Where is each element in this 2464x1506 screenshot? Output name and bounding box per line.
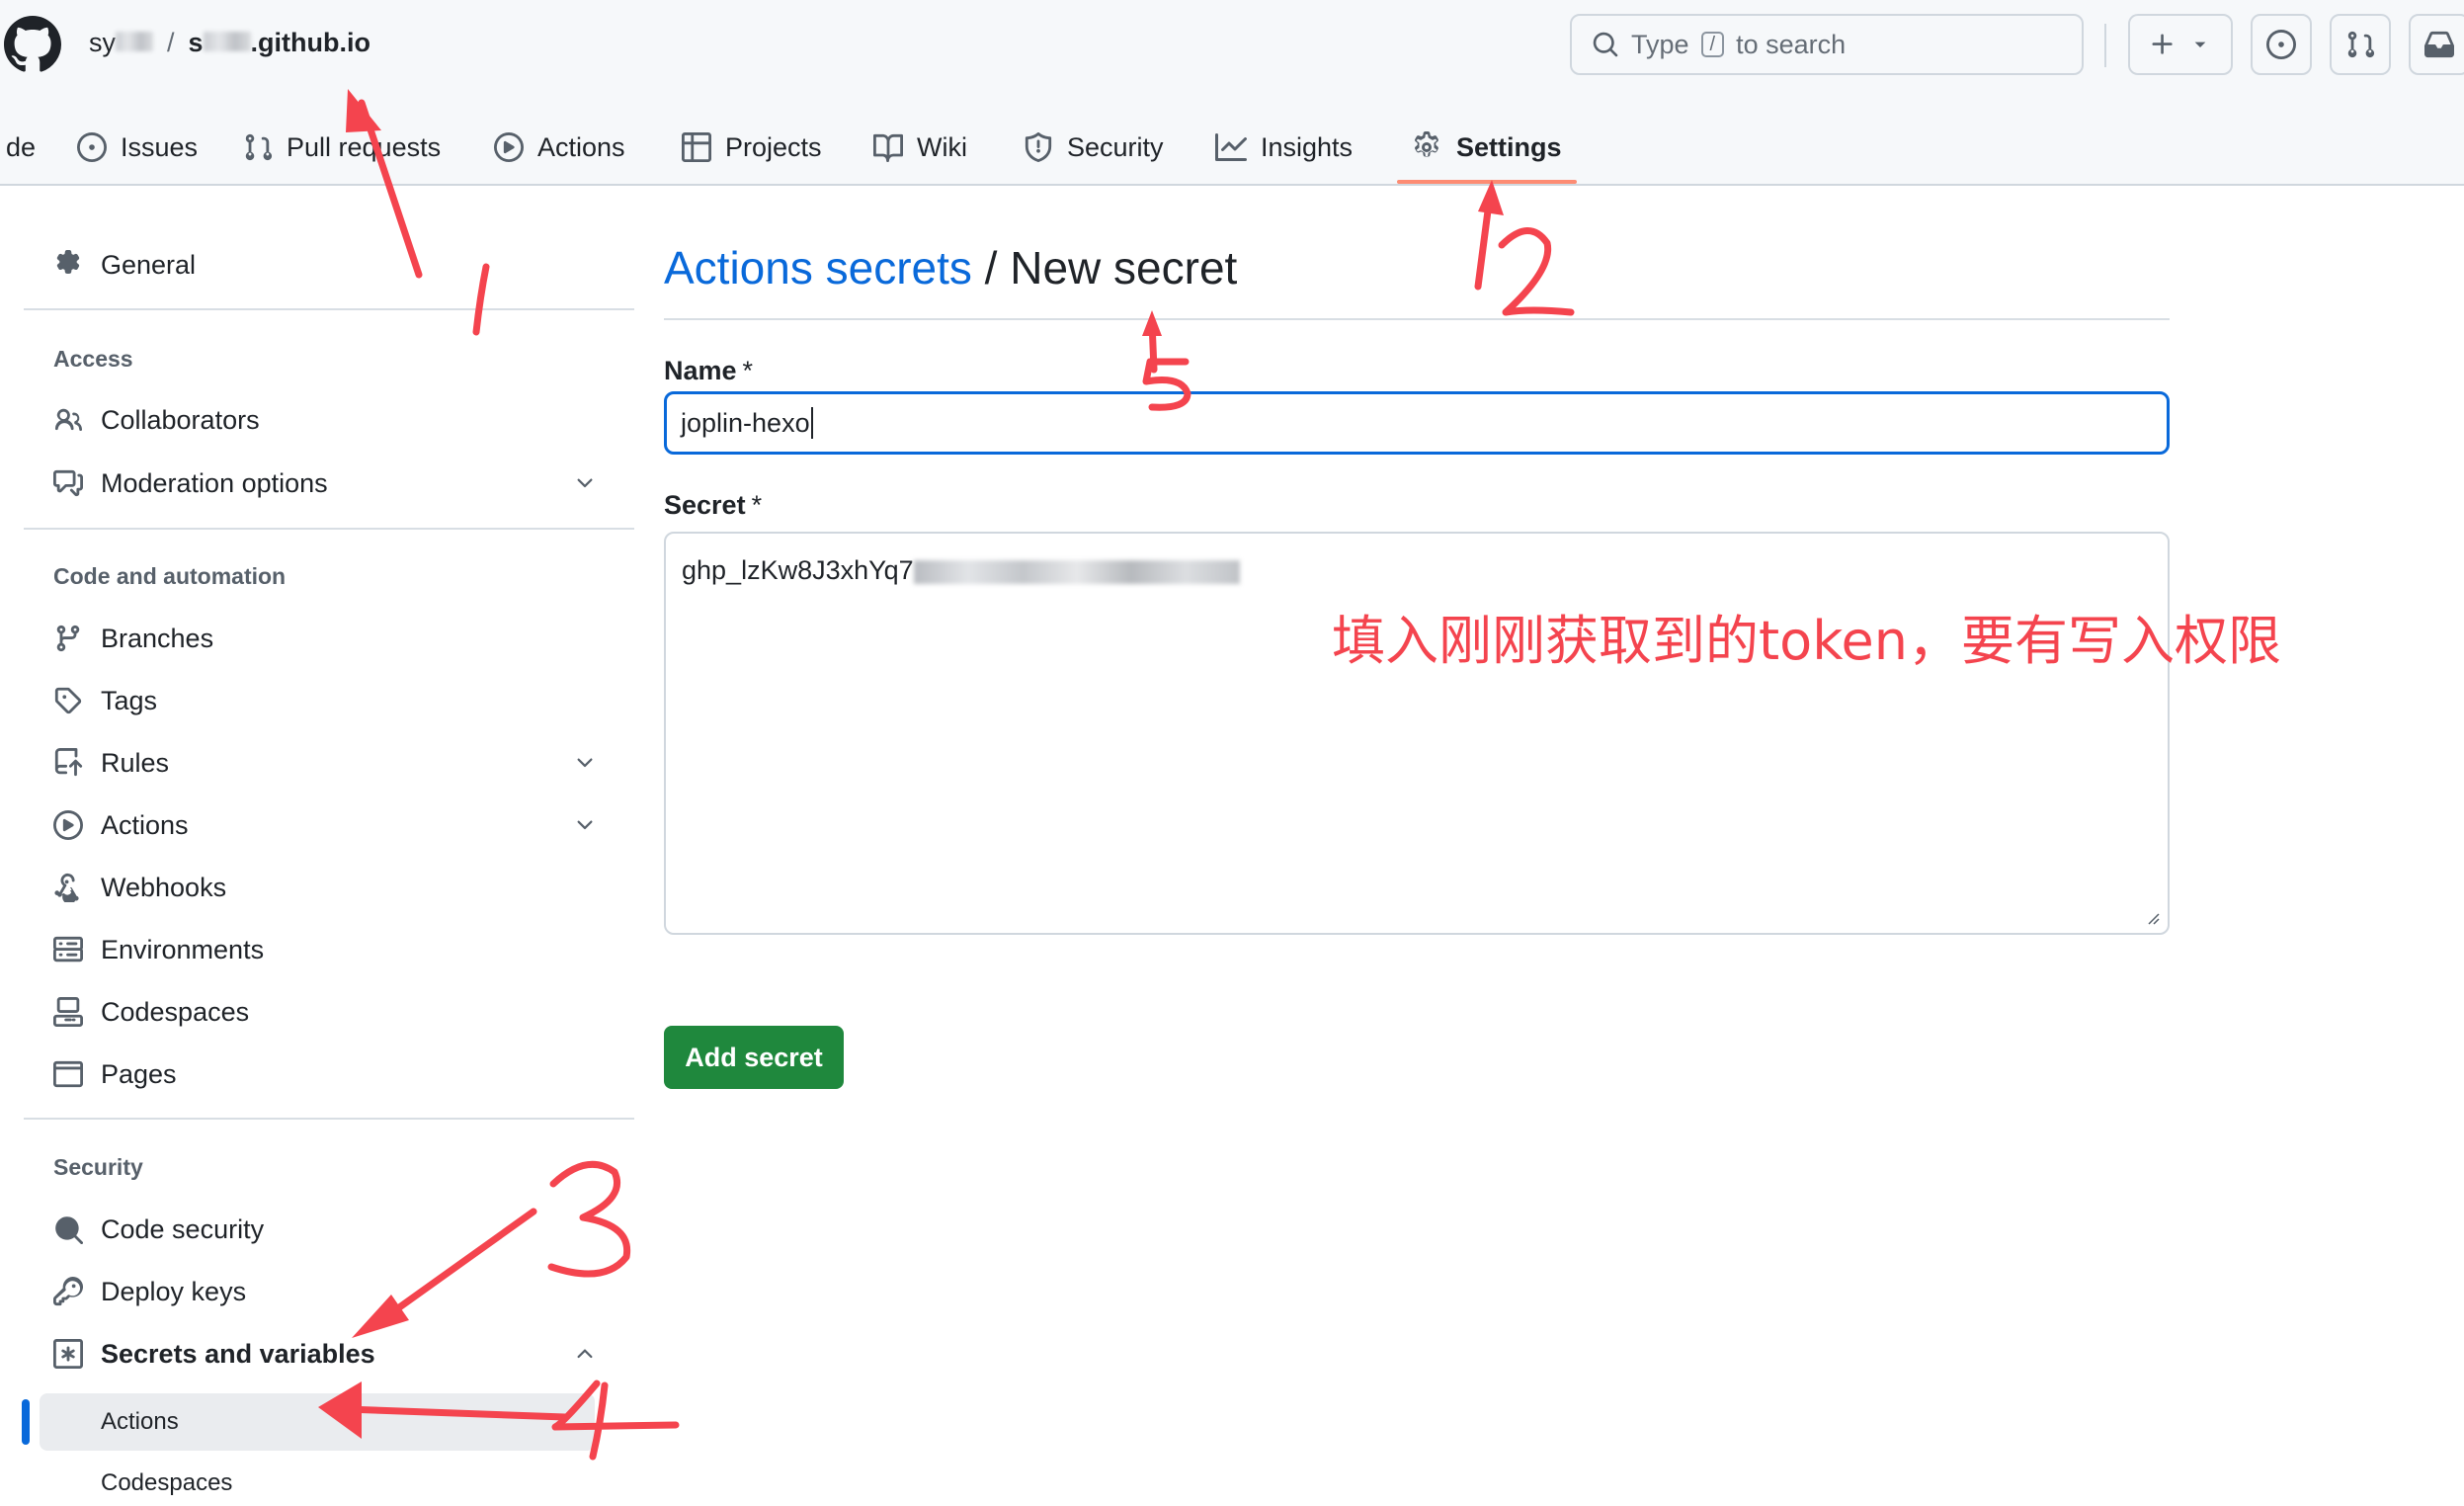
gear-icon xyxy=(1415,131,1438,157)
browser-icon xyxy=(53,1060,83,1088)
sidebar-item-collaborators[interactable]: Collaborators xyxy=(53,395,260,445)
secret-value-textarea[interactable]: ghp_lzKw8J3xhYq7 xyxy=(664,532,2170,935)
sidebar-divider xyxy=(24,308,634,310)
sidebar-subitem-codespaces[interactable]: Codespaces xyxy=(40,1455,595,1506)
tag-icon xyxy=(54,687,82,714)
search-prefix: Type xyxy=(1631,29,1689,59)
sidebar-item-actions[interactable]: Actions xyxy=(53,800,189,850)
sidebar-item-codespaces[interactable]: Codespaces xyxy=(53,987,249,1037)
shield-icon xyxy=(1025,132,1052,162)
git-pull-request-icon xyxy=(245,133,273,161)
graph-icon xyxy=(1215,133,1247,161)
gear-icon xyxy=(56,250,80,274)
asterisk-box-icon xyxy=(53,1339,83,1369)
sidebar-item-branches[interactable]: Branches xyxy=(53,614,213,663)
secret-name-input[interactable]: joplin-hexo xyxy=(664,391,2170,455)
secret-label: Secret * xyxy=(664,490,763,520)
key-icon xyxy=(53,1277,83,1306)
redacted-secret xyxy=(913,559,1240,584)
inbox-icon xyxy=(2424,31,2454,58)
page-title: Actions secrets / New secret xyxy=(664,241,1237,294)
repo-name-link[interactable]: s .github.io xyxy=(189,28,371,58)
sidebar-item-general[interactable]: General xyxy=(53,240,196,290)
tab-settings[interactable]: Settings xyxy=(1411,109,1562,186)
codescan-icon xyxy=(55,1216,83,1244)
chevron-down-icon[interactable] xyxy=(573,471,597,495)
title-divider xyxy=(664,318,2170,320)
header-divider xyxy=(2104,24,2106,67)
add-secret-button[interactable]: Add secret xyxy=(664,1026,844,1089)
required-mark: * xyxy=(751,490,763,520)
tab-actions[interactable]: Actions xyxy=(494,109,625,186)
sidebar-heading-security: Security xyxy=(53,1154,143,1180)
server-icon xyxy=(53,936,83,962)
sidebar-item-secrets-variables[interactable]: Secrets and variables xyxy=(53,1329,375,1379)
triangle-down-icon xyxy=(2194,42,2206,47)
sidebar-heading-access: Access xyxy=(53,346,133,372)
github-logo-icon[interactable] xyxy=(4,16,61,73)
table-icon xyxy=(682,132,711,162)
tab-insights[interactable]: Insights xyxy=(1215,109,1353,186)
sidebar-item-deploy-keys[interactable]: Deploy keys xyxy=(53,1267,246,1316)
people-icon xyxy=(54,408,83,431)
active-tab-indicator xyxy=(1397,180,1577,184)
required-mark: * xyxy=(742,356,754,385)
comment-discussion-icon xyxy=(53,469,83,497)
book-icon xyxy=(873,133,903,162)
annotation-note: 填入刚刚获取到的token，要有写入权限 xyxy=(1332,610,2282,672)
webhook-icon xyxy=(54,873,79,902)
sidebar-divider xyxy=(24,528,634,530)
sidebar-item-tags[interactable]: Tags xyxy=(53,676,157,725)
repo-breadcrumb: sy / s .github.io xyxy=(89,28,370,58)
sidebar-item-webhooks[interactable]: Webhooks xyxy=(53,863,226,912)
repo-header: sy / s .github.io Type / to search de Iss… xyxy=(0,0,2464,186)
search-shortcut-key: / xyxy=(1700,32,1725,57)
search-icon xyxy=(1593,32,1618,57)
repo-owner-link[interactable]: sy xyxy=(89,28,153,58)
play-icon xyxy=(494,132,524,162)
sidebar-heading-code-automation: Code and automation xyxy=(53,563,287,589)
create-new-button[interactable] xyxy=(2128,14,2233,75)
breadcrumb-current: New secret xyxy=(1010,242,1238,293)
actions-secrets-link[interactable]: Actions secrets xyxy=(664,242,972,293)
tab-code[interactable]: de xyxy=(6,109,36,186)
chevron-up-icon[interactable] xyxy=(573,1342,597,1366)
tab-wiki[interactable]: Wiki xyxy=(873,109,967,186)
sidebar-subitem-actions[interactable]: Actions xyxy=(40,1393,595,1451)
issue-opened-icon xyxy=(2266,30,2296,59)
sidebar-item-rules[interactable]: Rules xyxy=(53,738,169,788)
git-branch-icon xyxy=(56,625,80,652)
plus-icon xyxy=(2152,34,2173,54)
sidebar-item-environments[interactable]: Environments xyxy=(53,925,264,974)
tab-pull-requests[interactable]: Pull requests xyxy=(243,109,441,186)
sidebar-item-code-security[interactable]: Code security xyxy=(53,1205,264,1254)
pull-requests-button[interactable] xyxy=(2330,14,2391,75)
issues-button[interactable] xyxy=(2251,14,2312,75)
repo-push-icon xyxy=(54,748,83,777)
chevron-down-icon[interactable] xyxy=(573,751,597,775)
tab-issues[interactable]: Issues xyxy=(77,109,198,186)
codespaces-icon xyxy=(53,997,83,1027)
tab-projects[interactable]: Projects xyxy=(682,109,822,186)
chevron-down-icon[interactable] xyxy=(573,813,597,837)
active-item-indicator xyxy=(22,1399,30,1445)
repo-path-separator: / xyxy=(167,28,175,57)
inbox-button[interactable] xyxy=(2409,14,2464,75)
name-label: Name * xyxy=(664,356,754,385)
search-input[interactable]: Type / to search xyxy=(1570,14,2084,75)
resize-handle-icon[interactable] xyxy=(2144,909,2160,925)
text-caret xyxy=(810,407,813,439)
tab-security[interactable]: Security xyxy=(1024,109,1164,186)
sidebar-item-pages[interactable]: Pages xyxy=(53,1049,177,1099)
search-suffix: to search xyxy=(1736,29,1847,59)
play-icon xyxy=(53,810,83,840)
sidebar-item-moderation[interactable]: Moderation options xyxy=(53,459,328,508)
breadcrumb-separator: / xyxy=(971,242,1011,293)
issue-opened-icon xyxy=(77,132,107,162)
git-pull-request-icon xyxy=(2347,31,2375,58)
sidebar-divider xyxy=(24,1118,634,1120)
